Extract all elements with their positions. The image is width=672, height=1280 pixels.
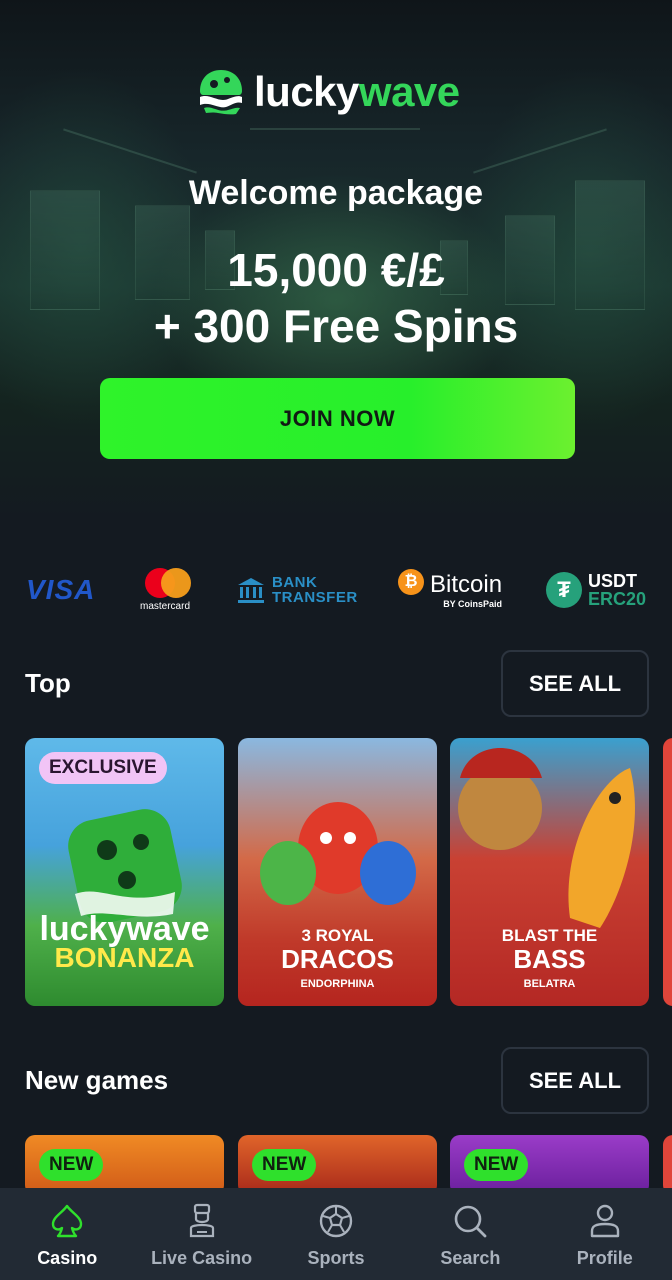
bank-transfer-logo: BANK TRANSFER bbox=[236, 560, 358, 620]
new-badge: NEW bbox=[464, 1149, 529, 1181]
dragons-art-icon bbox=[260, 802, 416, 905]
bitcoin-logo: ₿ Bitcoin BY CoinsPaid bbox=[398, 560, 502, 620]
mastercard-circles-icon bbox=[141, 568, 191, 598]
new-game-card[interactable]: NEW bbox=[450, 1135, 649, 1195]
game-title-line1: BLAST THE bbox=[501, 926, 598, 945]
game-card-luckywave-bonanza[interactable]: EXCLUSIVE luckywave BONANZA bbox=[25, 738, 224, 1006]
bank-icon bbox=[238, 578, 264, 603]
hero-banner: luckywave Welcome package 15,000 €/£ + 3… bbox=[0, 0, 672, 520]
new-games-see-all-button[interactable]: SEE ALL bbox=[501, 1047, 649, 1114]
welcome-heading: Welcome package bbox=[188, 174, 484, 212]
nav-live-casino[interactable]: Live Casino bbox=[134, 1188, 268, 1280]
mastercard-logo: mastercard bbox=[140, 560, 191, 620]
new-game-card[interactable]: NEW bbox=[238, 1135, 437, 1195]
new-badge: NEW bbox=[39, 1149, 104, 1181]
new-badge: NEW bbox=[252, 1149, 317, 1181]
bitcoin-icon: ₿ bbox=[398, 569, 424, 595]
logo-wordmark: luckywave bbox=[254, 68, 460, 116]
logo-mark-icon bbox=[200, 70, 242, 115]
game-title-line2: BASS bbox=[513, 944, 586, 974]
nav-casino[interactable]: Casino bbox=[0, 1188, 134, 1280]
nav-search[interactable]: Search bbox=[403, 1188, 537, 1280]
search-icon bbox=[455, 1205, 487, 1238]
game-provider: BELATRA bbox=[523, 978, 576, 990]
user-icon bbox=[590, 1204, 619, 1238]
dice-art-icon bbox=[68, 809, 182, 923]
nav-profile[interactable]: Profile bbox=[538, 1188, 672, 1280]
game-provider: ENDORPHINA bbox=[300, 978, 375, 990]
game-card-3-royal-dracos[interactable]: 3 ROYAL DRACOS ENDORPHINA bbox=[238, 738, 437, 1006]
nav-sports[interactable]: Sports bbox=[269, 1188, 403, 1280]
game-card-partial[interactable] bbox=[663, 738, 672, 1006]
soccer-ball-icon bbox=[319, 1204, 353, 1238]
game-card-blast-the-bass[interactable]: BLAST THE BASS BELATRA bbox=[450, 738, 649, 1006]
usdt-logo: ₮ USDT ERC20 bbox=[546, 560, 646, 620]
game-title-line1: 3 ROYAL bbox=[301, 926, 374, 945]
tether-icon: ₮ bbox=[546, 572, 582, 608]
dealer-icon bbox=[189, 1203, 214, 1238]
bonus-amount: 15,000 €/£ bbox=[227, 244, 445, 296]
payment-methods: VISA mastercard BANK TRANSFER ₿ Bitcoin … bbox=[0, 560, 672, 620]
new-games-section-title: New games bbox=[25, 1065, 169, 1095]
fisherman-art-icon bbox=[458, 748, 635, 928]
logo-lucky: lucky bbox=[254, 68, 359, 115]
brand-logo[interactable]: luckywave bbox=[196, 64, 460, 120]
exclusive-badge: EXCLUSIVE bbox=[39, 752, 167, 784]
spade-icon bbox=[51, 1204, 83, 1238]
game-title-line2: BONANZA bbox=[54, 942, 195, 973]
new-game-card[interactable]: NEW bbox=[25, 1135, 224, 1195]
bottom-navigation: Casino Live Casino Sports Search Profile bbox=[0, 1188, 672, 1280]
bonus-spins: + 300 Free Spins bbox=[153, 300, 519, 352]
top-section-title: Top bbox=[25, 668, 71, 698]
top-see-all-button[interactable]: SEE ALL bbox=[501, 650, 649, 717]
join-now-button[interactable]: JOIN NOW bbox=[100, 378, 575, 459]
game-title-line2: DRACOS bbox=[281, 944, 394, 974]
new-game-card-partial[interactable] bbox=[663, 1135, 672, 1195]
logo-wave: wave bbox=[358, 68, 460, 115]
visa-logo: VISA bbox=[26, 574, 96, 605]
